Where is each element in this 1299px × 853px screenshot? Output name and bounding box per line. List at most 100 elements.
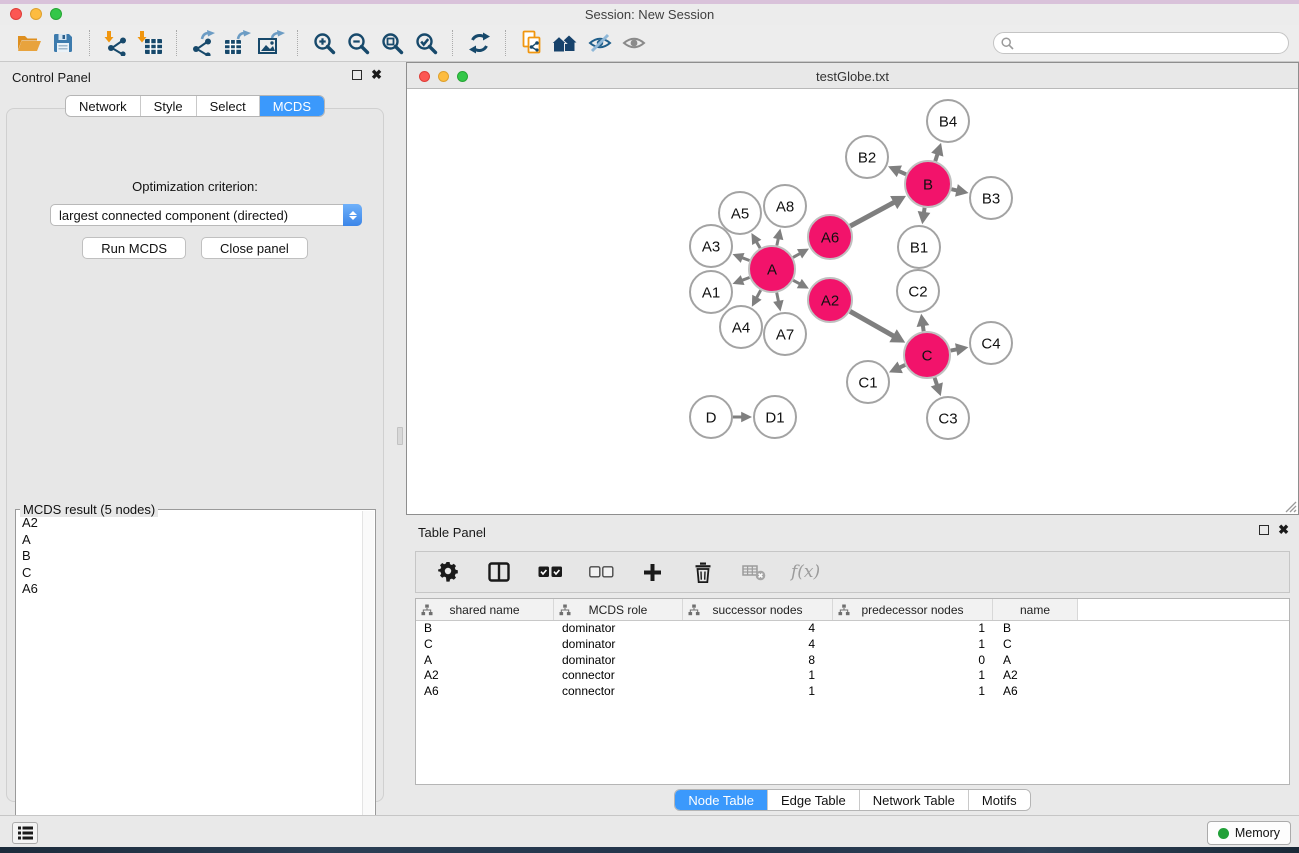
- column-header-name[interactable]: name: [993, 599, 1078, 620]
- graph-edge-A-A1[interactable]: [742, 277, 750, 280]
- import-network-icon[interactable]: [99, 27, 133, 59]
- graph-node-B2[interactable]: B2: [846, 136, 888, 178]
- table-row[interactable]: Adominator80A: [416, 653, 1289, 669]
- graph-node-C4[interactable]: C4: [970, 322, 1012, 364]
- table-cell[interactable]: 0: [833, 653, 993, 669]
- close-panel-button[interactable]: Close panel: [201, 237, 308, 259]
- graph-node-A6[interactable]: A6: [808, 215, 852, 259]
- table-row[interactable]: Bdominator41B: [416, 621, 1289, 637]
- graph-node-B1[interactable]: B1: [898, 226, 940, 268]
- table-cell[interactable]: 1: [833, 668, 993, 684]
- table-cell[interactable]: A6: [993, 684, 1078, 700]
- resize-grip-icon[interactable]: [1283, 499, 1297, 513]
- table-cell[interactable]: dominator: [554, 637, 683, 653]
- mcds-result-item[interactable]: A6: [22, 581, 362, 598]
- duplicate-network-icon[interactable]: [515, 27, 549, 59]
- network-canvas[interactable]: B4B2BB3A5A8A6A3AB1A1A2C2A4A7C4CC1DD1C3: [407, 89, 1298, 514]
- table-cell[interactable]: B: [993, 621, 1078, 637]
- column-view-icon[interactable]: [485, 556, 513, 588]
- graph-node-A8[interactable]: A8: [764, 185, 806, 227]
- graph-edge-C-C3[interactable]: [935, 378, 938, 386]
- mcds-result-item[interactable]: B: [22, 548, 362, 565]
- tab-mcds[interactable]: MCDS: [259, 96, 324, 116]
- float-table-panel-icon[interactable]: [1259, 525, 1269, 535]
- graph-node-B3[interactable]: B3: [970, 177, 1012, 219]
- refresh-icon[interactable]: [462, 27, 496, 59]
- tab-network[interactable]: Network: [66, 96, 140, 116]
- table-cell[interactable]: A2: [416, 668, 554, 684]
- delete-column-icon[interactable]: [689, 556, 717, 588]
- table-cell[interactable]: B: [416, 621, 554, 637]
- mcds-result-item[interactable]: A: [22, 532, 362, 549]
- graph-node-A4[interactable]: A4: [720, 306, 762, 348]
- table-cell[interactable]: 1: [683, 684, 833, 700]
- table-cell[interactable]: A: [993, 653, 1078, 669]
- graph-edge-A2-C[interactable]: [850, 311, 894, 336]
- table-row[interactable]: Cdominator41C: [416, 637, 1289, 653]
- table-cell[interactable]: A2: [993, 668, 1078, 684]
- graph-node-D1[interactable]: D1: [754, 396, 796, 438]
- table-cell[interactable]: 4: [683, 637, 833, 653]
- graph-edge-A6-B[interactable]: [850, 202, 894, 226]
- save-session-icon[interactable]: [46, 27, 80, 59]
- task-history-icon[interactable]: [12, 822, 38, 844]
- column-header-predecessor-nodes[interactable]: predecessor nodes: [833, 599, 993, 620]
- zoom-out-icon[interactable]: [341, 27, 375, 59]
- memory-button[interactable]: Memory: [1207, 821, 1291, 845]
- export-table-icon[interactable]: [220, 27, 254, 59]
- mcds-result-item[interactable]: A2: [22, 515, 362, 532]
- open-file-icon[interactable]: [12, 27, 46, 59]
- graph-edge-A-A8[interactable]: [777, 238, 779, 245]
- graph-node-B[interactable]: B: [905, 161, 951, 207]
- export-image-icon[interactable]: [254, 27, 288, 59]
- zoom-selected-icon[interactable]: [409, 27, 443, 59]
- table-cell[interactable]: 8: [683, 653, 833, 669]
- graph-node-C[interactable]: C: [904, 332, 950, 378]
- export-network-icon[interactable]: [186, 27, 220, 59]
- list-scrollbar[interactable]: [362, 511, 374, 846]
- table-row[interactable]: A2connector11A2: [416, 668, 1289, 684]
- graph-edge-C-C4[interactable]: [951, 349, 958, 350]
- graph-edge-B-B4[interactable]: [935, 154, 937, 161]
- column-header-mcds-role[interactable]: MCDS role: [554, 599, 683, 620]
- close-table-panel-icon[interactable]: ✖: [1278, 525, 1289, 535]
- tab-edge-table[interactable]: Edge Table: [767, 790, 859, 810]
- import-table-icon[interactable]: [133, 27, 167, 59]
- table-cell[interactable]: A6: [416, 684, 554, 700]
- graph-edge-A-A2[interactable]: [793, 280, 800, 284]
- graph-edge-A-A7[interactable]: [777, 293, 779, 302]
- table-cell[interactable]: 1: [833, 637, 993, 653]
- search-input[interactable]: [1019, 34, 1288, 52]
- tab-node-table[interactable]: Node Table: [675, 790, 767, 810]
- graph-node-A2[interactable]: A2: [808, 278, 852, 322]
- graph-node-C3[interactable]: C3: [927, 397, 969, 439]
- graph-node-A5[interactable]: A5: [719, 192, 761, 234]
- graph-node-B4[interactable]: B4: [927, 100, 969, 142]
- network-window-titlebar[interactable]: testGlobe.txt: [407, 63, 1298, 89]
- run-mcds-button[interactable]: Run MCDS: [82, 237, 186, 259]
- settings-gear-icon[interactable]: [434, 556, 462, 588]
- zoom-in-icon[interactable]: [307, 27, 341, 59]
- column-header-shared-name[interactable]: shared name: [416, 599, 554, 620]
- graph-edge-A-A5[interactable]: [756, 241, 760, 248]
- table-cell[interactable]: C: [416, 637, 554, 653]
- table-cell[interactable]: dominator: [554, 621, 683, 637]
- graph-edge-B-B2[interactable]: [898, 171, 906, 174]
- graph-edge-A-A4[interactable]: [756, 290, 760, 298]
- close-panel-icon[interactable]: ✖: [371, 70, 382, 80]
- graph-node-A1[interactable]: A1: [690, 271, 732, 313]
- table-cell[interactable]: 1: [683, 668, 833, 684]
- add-column-icon[interactable]: [638, 556, 666, 588]
- table-cell[interactable]: 4: [683, 621, 833, 637]
- home-icon[interactable]: [549, 27, 583, 59]
- tab-network-table[interactable]: Network Table: [859, 790, 968, 810]
- panel-splitter-handle[interactable]: [397, 427, 403, 445]
- graph-edge-A-A3[interactable]: [742, 258, 750, 261]
- table-cell[interactable]: connector: [554, 668, 683, 684]
- tab-select[interactable]: Select: [196, 96, 259, 116]
- show-graphics-details-icon[interactable]: [617, 27, 651, 59]
- unselect-all-columns-icon[interactable]: [587, 556, 615, 588]
- graph-node-A[interactable]: A: [749, 246, 795, 292]
- criterion-dropdown[interactable]: largest connected component (directed): [50, 204, 362, 226]
- table-cell[interactable]: C: [993, 637, 1078, 653]
